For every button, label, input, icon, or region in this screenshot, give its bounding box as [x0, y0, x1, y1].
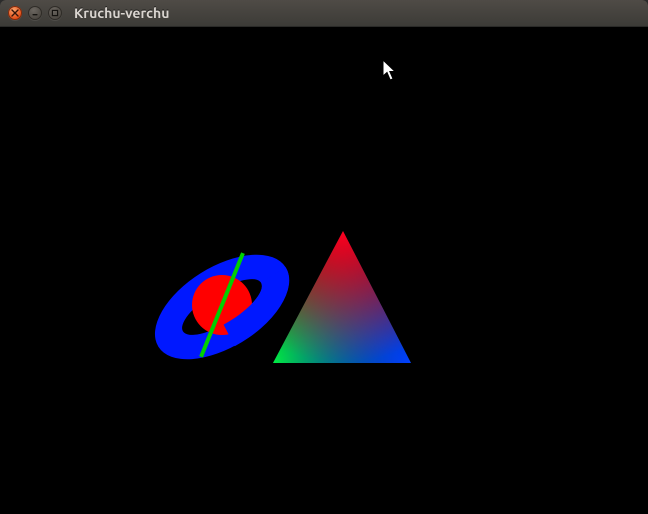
- window-minimize-button[interactable]: [28, 6, 42, 20]
- window-maximize-button[interactable]: [48, 6, 62, 20]
- window-close-button[interactable]: [8, 6, 22, 20]
- window-buttons: [8, 6, 62, 20]
- minimize-icon: [31, 9, 39, 17]
- opengl-canvas: [0, 27, 648, 514]
- maximize-icon: [51, 9, 59, 17]
- window-title: Kruchu-verchu: [74, 5, 169, 21]
- close-icon: [11, 9, 19, 17]
- opengl-canvas-area[interactable]: [0, 27, 648, 514]
- window-titlebar[interactable]: Kruchu-verchu: [0, 0, 648, 27]
- app-window: Kruchu-verchu: [0, 0, 648, 514]
